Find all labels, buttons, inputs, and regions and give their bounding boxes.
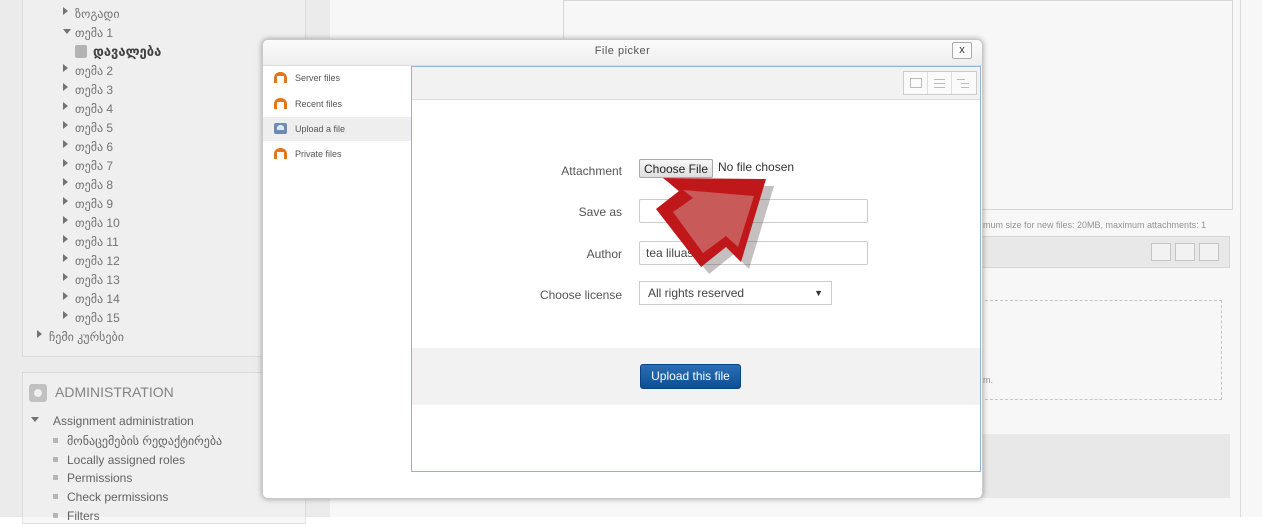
choose-file-button[interactable]: Choose File — [639, 159, 713, 178]
file-picker-toolbar — [412, 67, 980, 100]
repository-private-files[interactable]: Private files — [263, 142, 411, 166]
repository-label: Private files — [295, 149, 342, 159]
icons-view-icon[interactable] — [904, 72, 928, 94]
list-glyph-line — [934, 87, 945, 88]
author-input[interactable] — [639, 241, 868, 265]
repository-upload-a-file[interactable]: Upload a file — [263, 117, 411, 141]
repository-list: Server files Recent files Upload a file Pri… — [263, 66, 412, 498]
attachment-label: Attachment — [561, 164, 622, 178]
no-file-chosen-text: No file chosen — [718, 160, 795, 174]
file-picker-dialog: File picker x Server files Recent files Up… — [262, 39, 983, 499]
close-button[interactable]: x — [952, 42, 972, 59]
license-label: Choose license — [539, 288, 622, 302]
moodle-icon — [274, 72, 287, 83]
repository-server-files[interactable]: Server files — [263, 66, 411, 90]
tree-glyph-line — [957, 79, 965, 80]
upload-footer: Upload this file — [412, 348, 980, 405]
repository-label: Upload a file — [295, 124, 346, 134]
license-selected-value: All rights reserved — [648, 286, 745, 300]
repository-label: Recent files — [295, 99, 343, 109]
upload-icon — [274, 123, 287, 134]
dialog-title: File picker — [594, 45, 651, 57]
upload-this-file-button[interactable]: Upload this file — [640, 364, 741, 389]
author-label: Author — [586, 247, 622, 261]
license-select[interactable]: All rights reserved ▼ — [639, 281, 832, 305]
list-glyph-line — [934, 79, 945, 80]
view-mode-buttons — [903, 71, 977, 95]
dialog-header: File picker x — [263, 40, 982, 66]
tree-glyph-line — [961, 87, 969, 88]
dialog-bottom-strip — [411, 472, 981, 498]
moodle-icon — [274, 98, 287, 109]
save-as-input[interactable] — [639, 199, 868, 223]
list-glyph-line — [934, 83, 945, 84]
tree-glyph-line — [961, 83, 969, 84]
repository-label: Server files — [295, 73, 341, 83]
save-as-label: Save as — [578, 205, 622, 219]
moodle-icon — [274, 148, 287, 159]
file-picker-content: Attachment Choose File No file chosen Sa… — [411, 66, 981, 472]
repository-recent-files[interactable]: Recent files — [263, 92, 411, 116]
dropdown-arrow-icon: ▼ — [814, 288, 823, 298]
list-view-icon[interactable] — [928, 72, 952, 94]
grid-glyph — [910, 78, 922, 88]
tree-view-icon[interactable] — [952, 72, 976, 94]
